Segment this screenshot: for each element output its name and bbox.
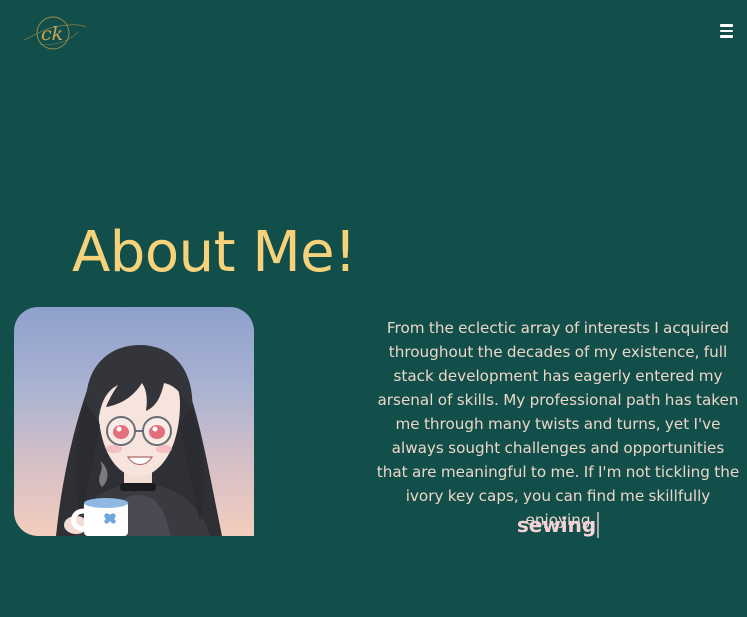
menu-bar [720,35,733,38]
menu-bar [720,29,733,32]
about-heading: About Me! [72,220,357,285]
about-bio-text: From the eclectic array of interests I a… [376,319,740,529]
typed-word: sewing [516,513,597,537]
hamburger-menu-button[interactable] [718,22,736,40]
top-nav: ck [0,0,747,66]
avatar-image [14,307,254,536]
typing-cursor [597,512,600,538]
ck-logo[interactable]: ck [20,10,88,56]
typed-word-container: sewing [376,508,740,542]
logo-text: ck [41,23,63,45]
logo-icon: ck [23,16,87,50]
menu-bar [720,24,733,27]
anime-avatar-illustration [56,345,222,536]
